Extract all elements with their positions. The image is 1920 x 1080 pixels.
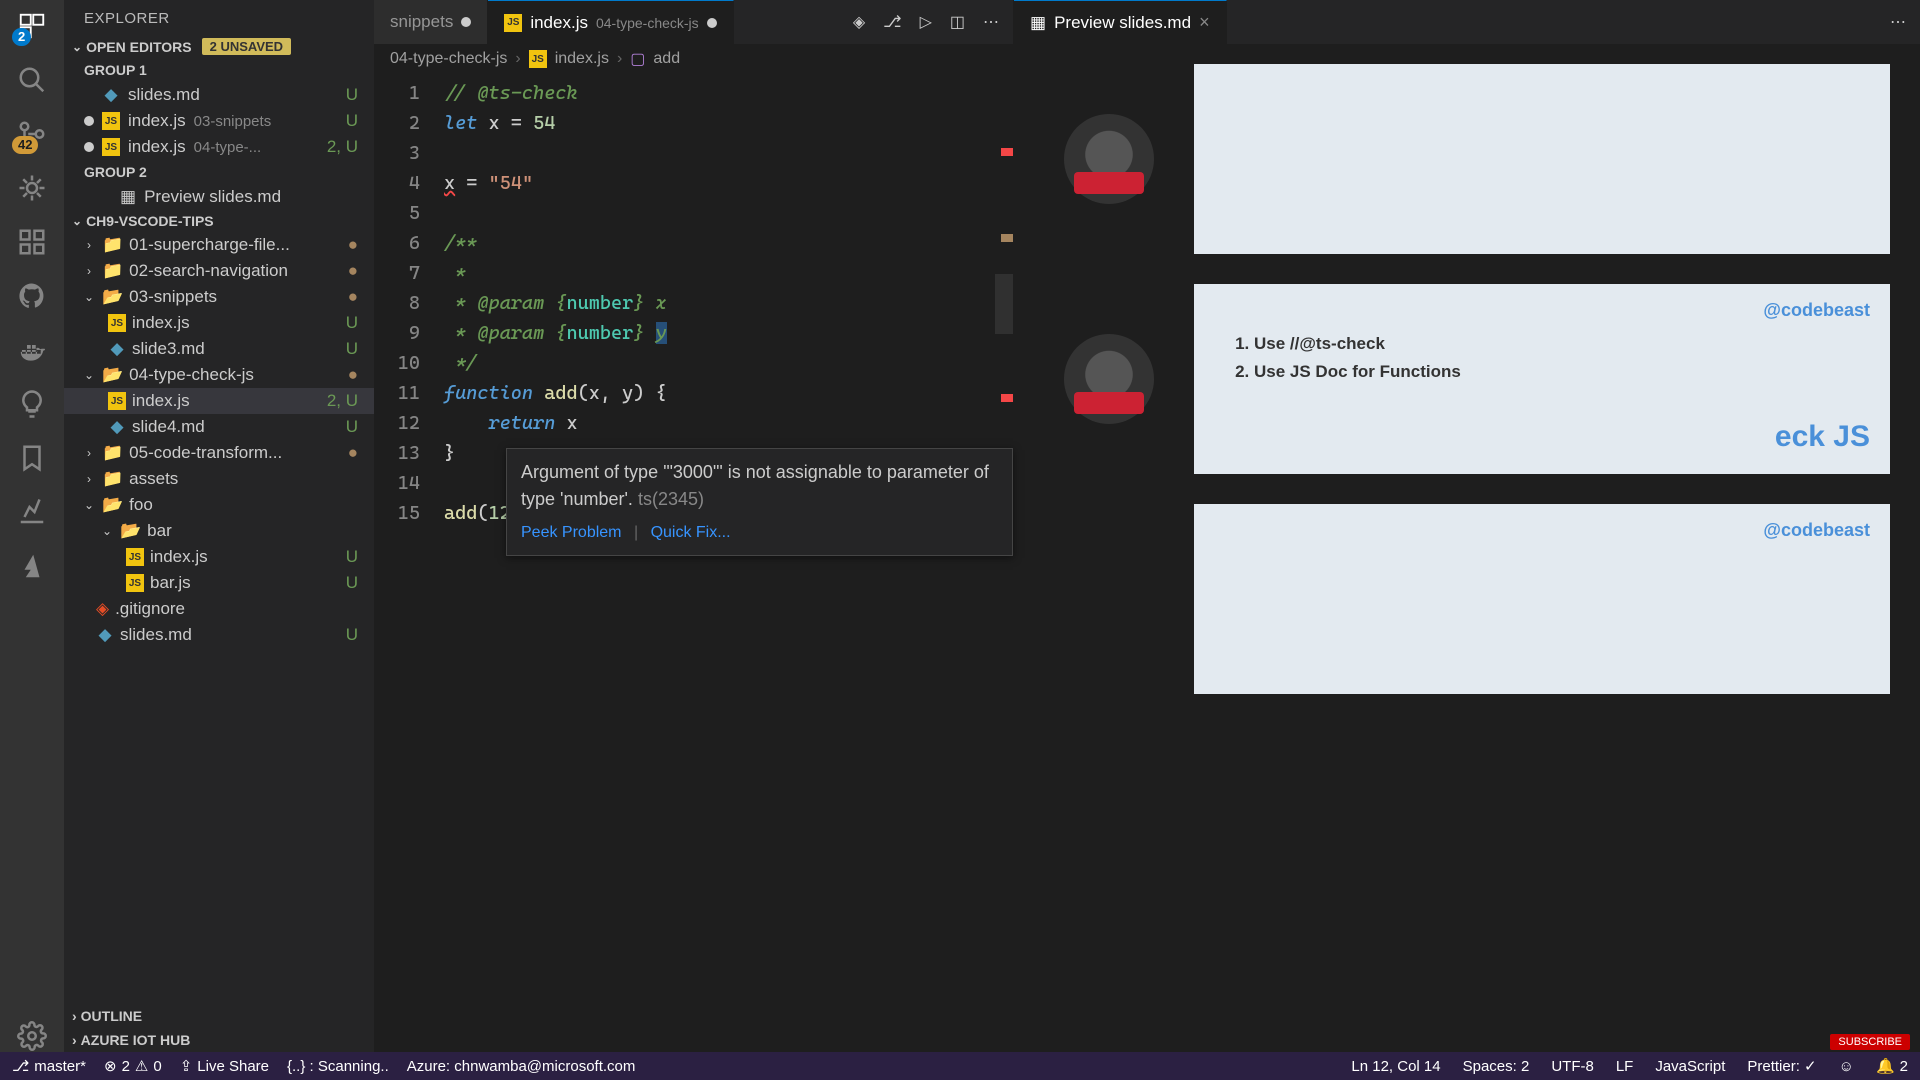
tree-folder[interactable]: ⌄📂 foo — [64, 492, 374, 518]
split-icon[interactable]: ◫ — [950, 12, 965, 32]
tree-folder[interactable]: ›📁 02-search-navigation ● — [64, 258, 374, 284]
hover-tooltip: Argument of type '"3000"' is not assigna… — [506, 448, 1013, 556]
tree-file[interactable]: index.js U — [64, 310, 374, 336]
open-editor-item[interactable]: index.js 04-type-... 2, U — [64, 134, 374, 160]
compare-icon[interactable]: ◈ — [853, 12, 865, 32]
language-status[interactable]: JavaScript — [1655, 1057, 1725, 1075]
slide-card: @codebeast eck JS Use //@ts-check Use JS… — [1194, 284, 1890, 474]
outline-section[interactable]: ›OUTLINE — [64, 1004, 374, 1028]
editor-group-1: snippets index.js 04-type-check-js ◈ ⎇ ▷… — [374, 0, 1014, 1052]
notifications-icon[interactable]: 🔔2 — [1876, 1057, 1908, 1075]
feedback-icon[interactable]: ☺ — [1839, 1057, 1854, 1075]
slide-card: @codebeast — [1194, 504, 1890, 694]
scm-badge: 42 — [12, 136, 38, 154]
open-editor-item[interactable]: ◆ slides.md U — [64, 82, 374, 108]
gutter: 12345 678910 1112131415 — [374, 74, 444, 1052]
workspace-header[interactable]: ⌄ CH9-VSCODE-TIPS — [64, 210, 374, 232]
tree-file[interactable]: index.js U — [64, 544, 374, 570]
explorer-icon[interactable]: 2 — [16, 10, 48, 42]
encoding-status[interactable]: UTF-8 — [1551, 1057, 1594, 1075]
breadcrumb[interactable]: 04-type-check-js › index.js › ▢ add — [374, 44, 1013, 74]
markdown-preview[interactable]: @codebeast eck JS Use //@ts-check Use JS… — [1014, 44, 1920, 1052]
unsaved-badge: 2 UNSAVED — [202, 38, 291, 55]
azure-section[interactable]: ›AZURE IOT HUB — [64, 1028, 374, 1052]
mascot-image — [1064, 334, 1154, 424]
quick-fix-link[interactable]: Quick Fix... — [651, 524, 731, 541]
debug-icon[interactable] — [16, 172, 48, 204]
tree-folder[interactable]: ⌄📂 bar — [64, 518, 374, 544]
activity-bar: 2 42 — [0, 0, 64, 1052]
lightbulb-icon[interactable] — [16, 388, 48, 420]
problems-status[interactable]: ⊗2⚠0 — [104, 1057, 162, 1075]
tree-folder[interactable]: ›📁 01-supercharge-file... ● — [64, 232, 374, 258]
subscribe-overlay: SUBSCRIBE — [1830, 1034, 1910, 1050]
status-bar: ⎇master* ⊗2⚠0 ⇪Live Share {..} : Scannin… — [0, 1052, 1920, 1080]
tab-bar: snippets index.js 04-type-check-js ◈ ⎇ ▷… — [374, 0, 1013, 44]
search-icon[interactable] — [16, 64, 48, 96]
explorer-title: EXPLORER — [64, 0, 374, 35]
tab[interactable]: snippets — [374, 0, 488, 44]
slide-card — [1194, 64, 1890, 254]
open-editor-item[interactable]: ▦ Preview slides.md — [64, 184, 374, 210]
tree-folder[interactable]: ›📁 assets — [64, 466, 374, 492]
open-editors-header[interactable]: ⌄ OPEN EDITORS 2 UNSAVED — [64, 35, 374, 58]
github-icon[interactable] — [16, 280, 48, 312]
modified-dot-icon — [461, 17, 471, 27]
preview-icon: ▦ — [120, 187, 136, 207]
azure-status[interactable]: Azure: chnwamba@microsoft.com — [407, 1058, 636, 1075]
tree-file[interactable]: ◆ slides.md U — [64, 622, 374, 648]
mascot-image — [1064, 114, 1154, 204]
liveshare-status[interactable]: ⇪Live Share — [180, 1057, 269, 1075]
minimap[interactable] — [995, 74, 1013, 1052]
tree-folder[interactable]: ›📁 05-code-transform... ● — [64, 440, 374, 466]
scanning-status[interactable]: {..} : Scanning.. — [287, 1058, 389, 1075]
open-editor-item[interactable]: index.js 03-snippets U — [64, 108, 374, 134]
tree-folder[interactable]: ⌄📂 04-type-check-js ● — [64, 362, 374, 388]
git-icon[interactable]: ⎇ — [883, 12, 901, 32]
graph-icon[interactable] — [16, 496, 48, 528]
bookmark-icon[interactable] — [16, 442, 48, 474]
tree-file[interactable]: ◈ .gitignore — [64, 596, 374, 622]
prettier-status[interactable]: Prettier: ✓ — [1747, 1057, 1816, 1075]
preview-icon: ▦ — [1030, 13, 1046, 33]
tab[interactable]: index.js 04-type-check-js — [488, 0, 733, 44]
sidebar: EXPLORER ⌄ OPEN EDITORS 2 UNSAVED GROUP … — [64, 0, 374, 1052]
extensions-icon[interactable] — [16, 226, 48, 258]
branch-status[interactable]: ⎇master* — [12, 1057, 86, 1075]
code-editor[interactable]: 12345 678910 1112131415 // @ts-check let… — [374, 74, 1013, 1052]
peek-problem-link[interactable]: Peek Problem — [521, 524, 622, 541]
files-badge: 2 — [12, 28, 31, 46]
tree-file[interactable]: ◆ slide4.md U — [64, 414, 374, 440]
tree-file[interactable]: bar.js U — [64, 570, 374, 596]
source-control-icon[interactable]: 42 — [16, 118, 48, 150]
tab[interactable]: ▦ Preview slides.md × — [1014, 0, 1227, 44]
docker-icon[interactable] — [16, 334, 48, 366]
indent-status[interactable]: Spaces: 2 — [1463, 1057, 1530, 1075]
more-icon[interactable]: ⋯ — [983, 12, 999, 32]
modified-dot-icon — [707, 18, 717, 28]
tree-file[interactable]: ◆ slide3.md U — [64, 336, 374, 362]
editor-group-2: ▦ Preview slides.md × ⋯ — [1014, 0, 1920, 1052]
more-icon[interactable]: ⋯ — [1890, 12, 1906, 32]
azure-icon[interactable] — [16, 550, 48, 582]
tree-folder[interactable]: ⌄📂 03-snippets ● — [64, 284, 374, 310]
tree-file[interactable]: index.js 2, U — [64, 388, 374, 414]
close-icon[interactable]: × — [1199, 12, 1210, 33]
eol-status[interactable]: LF — [1616, 1057, 1634, 1075]
cursor-position[interactable]: Ln 12, Col 14 — [1351, 1057, 1440, 1075]
settings-icon[interactable] — [16, 1020, 48, 1052]
run-icon[interactable]: ▷ — [920, 12, 932, 32]
